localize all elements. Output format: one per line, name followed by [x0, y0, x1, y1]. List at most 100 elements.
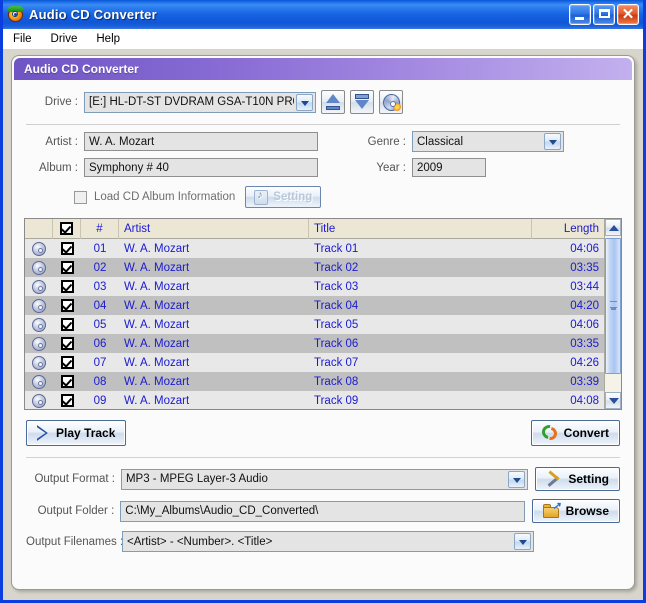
row-checkbox-cell[interactable] [53, 334, 81, 353]
drive-select[interactable]: [E:] HL-DT-ST DVDRAM GSA-T10N PR03 [84, 91, 316, 113]
track-checkbox[interactable] [60, 280, 74, 293]
column-header-artist[interactable]: Artist [119, 219, 309, 239]
load-button[interactable] [350, 90, 374, 114]
track-title: Track 09 [314, 394, 359, 407]
note-icon [254, 189, 269, 205]
row-disc-icon-cell [25, 334, 53, 353]
track-checkbox[interactable] [60, 375, 74, 388]
output-format-select[interactable]: MP3 - MPEG Layer-3 Audio [120, 468, 529, 490]
track-checkbox[interactable] [60, 337, 74, 350]
column-header-number[interactable]: # [81, 219, 119, 239]
browse-button[interactable]: ↗ Browse [531, 499, 620, 523]
track-table: # Artist Title Length 01 W. A. Mozart Trac… [24, 218, 622, 410]
row-disc-icon-cell [25, 258, 53, 277]
maximize-icon [599, 9, 610, 18]
track-checkbox[interactable] [60, 299, 74, 312]
panel-header: Audio CD Converter [14, 58, 632, 80]
track-number: 05 [93, 318, 107, 331]
chevron-up-icon [609, 225, 619, 231]
output-format-label: Output Format : [34, 473, 115, 485]
app-disc-icon [7, 6, 24, 23]
output-folder-row: Output Folder : C:\My_Albums\Audio_CD_Co… [26, 499, 620, 523]
track-length: 04:08 [570, 394, 599, 407]
divider-drive [26, 124, 620, 125]
eject-button[interactable] [321, 90, 345, 114]
track-scrollbar[interactable] [604, 219, 621, 409]
track-checkbox[interactable] [60, 261, 74, 274]
table-row[interactable]: 01 W. A. Mozart Track 01 04:06 [25, 239, 604, 258]
play-track-label: Play Track [56, 426, 116, 440]
artist-label: Artist : [45, 135, 78, 148]
menu-item-help[interactable]: Help [94, 31, 129, 47]
row-disc-icon-cell [25, 239, 53, 258]
track-length: 04:06 [570, 242, 599, 255]
output-filenames-select[interactable]: <Artist> - <Number>. <Title> [122, 531, 534, 552]
browse-label: Browse [565, 504, 609, 518]
menu-item-drive[interactable]: Drive [49, 31, 87, 47]
track-checkbox[interactable] [60, 356, 74, 369]
track-number: 08 [93, 375, 107, 388]
table-row[interactable]: 05 W. A. Mozart Track 05 04:06 [25, 315, 604, 334]
select-all-checkbox[interactable] [60, 222, 73, 235]
table-row[interactable]: 09 W. A. Mozart Track 09 04:08 [25, 391, 604, 409]
drive-label: Drive : [44, 96, 78, 108]
load-cd-checkbox[interactable] [74, 190, 87, 204]
row-checkbox-cell[interactable] [53, 353, 81, 372]
scrollbar-track[interactable] [605, 236, 621, 392]
table-row[interactable]: 03 W. A. Mozart Track 03 03:44 [25, 277, 604, 296]
row-checkbox-cell[interactable] [53, 258, 81, 277]
chevron-down-icon[interactable] [544, 133, 561, 150]
table-row[interactable]: 02 W. A. Mozart Track 02 03:35 [25, 258, 604, 277]
menu-item-file[interactable]: File [11, 31, 41, 47]
scroll-down-button[interactable] [605, 392, 621, 409]
artist-input[interactable]: W. A. Mozart [84, 132, 318, 151]
chevron-down-icon[interactable] [508, 470, 526, 488]
genre-select[interactable]: Classical [412, 131, 564, 152]
scrollbar-thumb[interactable] [605, 238, 621, 374]
track-checkbox[interactable] [60, 318, 74, 331]
convert-button[interactable]: Convert [530, 420, 620, 446]
column-header-title[interactable]: Title [309, 219, 532, 239]
track-title: Track 05 [314, 318, 359, 331]
row-disc-icon-cell [25, 372, 53, 391]
maximize-button[interactable] [593, 4, 615, 25]
load-cd-row: Load CD Album Information Setting [74, 186, 620, 208]
column-header-length[interactable]: Length [532, 219, 604, 239]
album-input[interactable]: Symphony # 40 [84, 158, 318, 177]
close-button[interactable]: ✕ [617, 4, 639, 25]
row-checkbox-cell[interactable] [53, 315, 81, 334]
minimize-button[interactable] [569, 4, 591, 25]
chevron-down-icon[interactable] [514, 533, 531, 550]
cd-icon [32, 336, 46, 351]
track-checkbox[interactable] [60, 394, 74, 407]
track-checkbox[interactable] [60, 242, 74, 255]
output-format-setting-button[interactable]: Setting [535, 467, 620, 491]
app-window: Audio CD Converter ✕ File Drive Help Aud… [0, 0, 646, 603]
track-table-body: # Artist Title Length 01 W. A. Mozart Trac… [25, 219, 604, 409]
chevron-down-icon[interactable] [296, 93, 313, 111]
table-row[interactable]: 06 W. A. Mozart Track 06 03:35 [25, 334, 604, 353]
track-artist: W. A. Mozart [124, 337, 190, 350]
row-checkbox-cell[interactable] [53, 239, 81, 258]
row-checkbox-cell[interactable] [53, 391, 81, 409]
table-row[interactable]: 04 W. A. Mozart Track 04 04:20 [25, 296, 604, 315]
track-artist: W. A. Mozart [124, 394, 190, 407]
track-number: 04 [93, 299, 107, 312]
panel-title: Audio CD Converter [24, 62, 139, 76]
track-number: 03 [93, 280, 107, 293]
track-title: Track 06 [314, 337, 359, 350]
play-track-button[interactable]: Play Track [26, 420, 127, 446]
row-checkbox-cell[interactable] [53, 296, 81, 315]
year-input[interactable]: 2009 [412, 158, 486, 177]
table-row[interactable]: 08 W. A. Mozart Track 08 03:39 [25, 372, 604, 391]
refresh-disc-button[interactable] [379, 90, 403, 114]
row-disc-icon-cell [25, 353, 53, 372]
album-setting-button[interactable]: Setting [245, 186, 322, 208]
table-row[interactable]: 07 W. A. Mozart Track 07 04:26 [25, 353, 604, 372]
track-artist: W. A. Mozart [124, 356, 190, 369]
row-checkbox-cell[interactable] [53, 277, 81, 296]
row-checkbox-cell[interactable] [53, 372, 81, 391]
output-folder-input[interactable]: C:\My_Albums\Audio_CD_Converted\ [120, 500, 525, 522]
column-header-check[interactable] [53, 219, 81, 239]
scroll-up-button[interactable] [605, 219, 621, 236]
